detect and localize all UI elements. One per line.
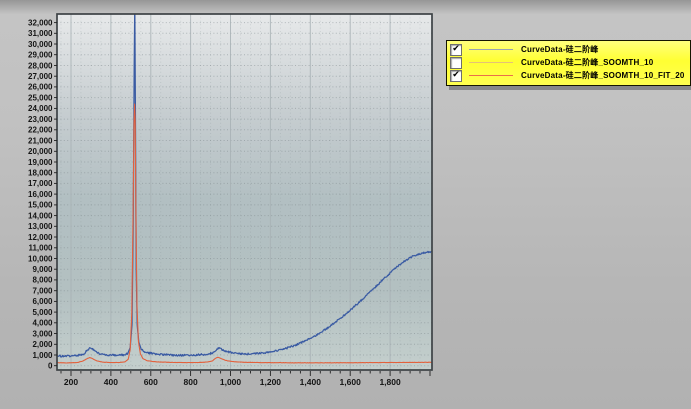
svg-text:21,000: 21,000 <box>28 136 53 145</box>
svg-text:600: 600 <box>144 377 158 387</box>
legend-label-fit-curve: CurveData-硅二阶峰_SOOMTH_10_FIT_20 <box>521 70 685 81</box>
legend-row: CurveData-硅二阶峰_SOOMTH_10 <box>450 56 685 69</box>
legend-row: ✔ CurveData-硅二阶峰 <box>450 43 685 56</box>
legend-box: ✔ CurveData-硅二阶峰 CurveData-硅二阶峰_SOOMTH_1… <box>446 40 691 86</box>
svg-text:11,000: 11,000 <box>28 244 53 253</box>
svg-text:8,000: 8,000 <box>32 276 53 285</box>
svg-text:24,000: 24,000 <box>28 104 53 113</box>
svg-text:28,000: 28,000 <box>28 61 53 70</box>
svg-text:200: 200 <box>64 377 78 387</box>
legend-label-smooth-curve: CurveData-硅二阶峰_SOOMTH_10 <box>521 57 653 68</box>
svg-text:25,000: 25,000 <box>28 93 53 102</box>
y-axis-labels: 0 1,000 2,000 3,0004,000 5,000 6,0007,000 8,00… <box>28 18 57 370</box>
svg-text:6,000: 6,000 <box>32 297 53 306</box>
svg-text:19,000: 19,000 <box>28 158 53 167</box>
svg-text:17,000: 17,000 <box>28 179 53 188</box>
svg-text:15,000: 15,000 <box>28 201 53 210</box>
spectrum-chart: 0 1,000 2,000 3,0004,000 5,000 6,0007,000 8,00… <box>0 0 455 405</box>
svg-text:1,400: 1,400 <box>300 377 322 387</box>
legend-checkbox-raw-curve[interactable]: ✔ <box>450 44 462 56</box>
legend-line-sample <box>469 62 513 63</box>
svg-text:1,000: 1,000 <box>32 351 53 360</box>
svg-text:4,000: 4,000 <box>32 319 53 328</box>
legend-line-sample <box>469 49 513 50</box>
legend-line-sample <box>469 75 513 76</box>
svg-text:10,000: 10,000 <box>28 254 53 263</box>
svg-text:26,000: 26,000 <box>28 83 53 92</box>
svg-text:29,000: 29,000 <box>28 51 53 60</box>
svg-text:400: 400 <box>104 377 118 387</box>
svg-text:7,000: 7,000 <box>32 287 53 296</box>
legend-label-raw-curve: CurveData-硅二阶峰 <box>521 44 598 55</box>
svg-text:31,000: 31,000 <box>28 29 53 38</box>
svg-text:1,600: 1,600 <box>340 377 362 387</box>
svg-text:30,000: 30,000 <box>28 40 53 49</box>
legend-row: ✔ CurveData-硅二阶峰_SOOMTH_10_FIT_20 <box>450 69 685 82</box>
svg-text:2,000: 2,000 <box>32 340 53 349</box>
app-window: 0 1,000 2,000 3,0004,000 5,000 6,0007,000 8,00… <box>0 0 691 409</box>
svg-text:22,000: 22,000 <box>28 126 53 135</box>
svg-text:1,000: 1,000 <box>220 377 242 387</box>
svg-text:5,000: 5,000 <box>32 308 53 317</box>
svg-text:0: 0 <box>48 362 53 371</box>
svg-text:18,000: 18,000 <box>28 169 53 178</box>
plot-area[interactable] <box>57 14 432 370</box>
legend-checkbox-smooth-curve[interactable] <box>450 57 462 69</box>
svg-text:20,000: 20,000 <box>28 147 53 156</box>
svg-text:800: 800 <box>184 377 198 387</box>
svg-text:9,000: 9,000 <box>32 265 53 274</box>
svg-text:32,000: 32,000 <box>28 18 53 27</box>
svg-text:27,000: 27,000 <box>28 72 53 81</box>
svg-text:23,000: 23,000 <box>28 115 53 124</box>
legend-checkbox-fit-curve[interactable]: ✔ <box>450 70 462 82</box>
svg-text:13,000: 13,000 <box>28 222 53 231</box>
svg-text:3,000: 3,000 <box>32 329 53 338</box>
x-axis-labels: 200 400 600 800 1,000 1,200 1,400 1,600 1,800 <box>61 371 430 387</box>
svg-text:14,000: 14,000 <box>28 211 53 220</box>
svg-text:1,200: 1,200 <box>260 377 282 387</box>
svg-text:12,000: 12,000 <box>28 233 53 242</box>
svg-text:16,000: 16,000 <box>28 190 53 199</box>
svg-text:1,800: 1,800 <box>379 377 401 387</box>
